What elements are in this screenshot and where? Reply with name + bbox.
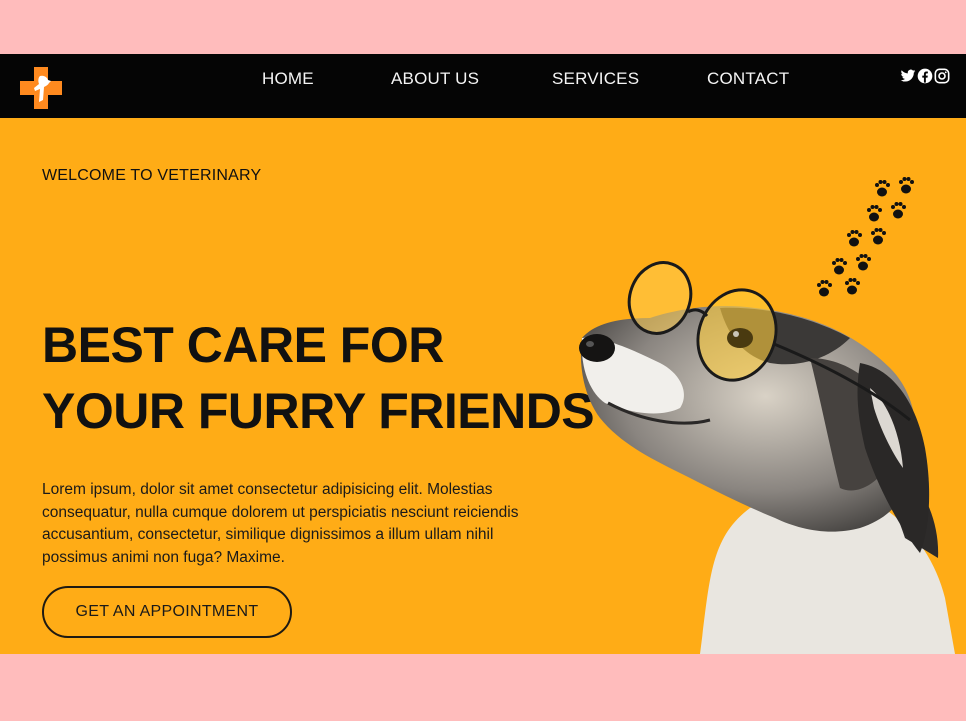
welcome-text: WELCOME TO VETERINARY <box>42 167 262 184</box>
instagram-icon[interactable] <box>934 68 950 84</box>
appointment-button[interactable]: GET AN APPOINTMENT <box>42 586 292 638</box>
navbar: HOME ABOUT US SERVICES CONTACT <box>0 54 966 118</box>
facebook-icon[interactable] <box>917 68 933 84</box>
nav-home[interactable]: HOME <box>262 69 314 89</box>
hero-headline-line-1: BEST CARE FOR <box>42 317 444 373</box>
nav-about-us[interactable]: ABOUT US <box>391 69 479 89</box>
nav-contact[interactable]: CONTACT <box>707 69 789 89</box>
clinic-logo-icon[interactable] <box>20 67 62 109</box>
hero-headline: BEST CARE FOR YOUR FURRY FRIENDS <box>42 312 595 444</box>
nav-services[interactable]: SERVICES <box>552 69 639 89</box>
hero-description: Lorem ipsum, dolor sit amet consectetur … <box>42 481 519 566</box>
twitter-icon[interactable] <box>900 68 916 84</box>
hero-section: WELCOME TO VETERINARY BEST CARE FOR YOUR… <box>0 118 966 654</box>
paw-prints-icon <box>817 177 914 297</box>
hero-headline-line-2: YOUR FURRY FRIENDS <box>42 383 595 439</box>
dog-with-glasses-image <box>579 177 955 654</box>
